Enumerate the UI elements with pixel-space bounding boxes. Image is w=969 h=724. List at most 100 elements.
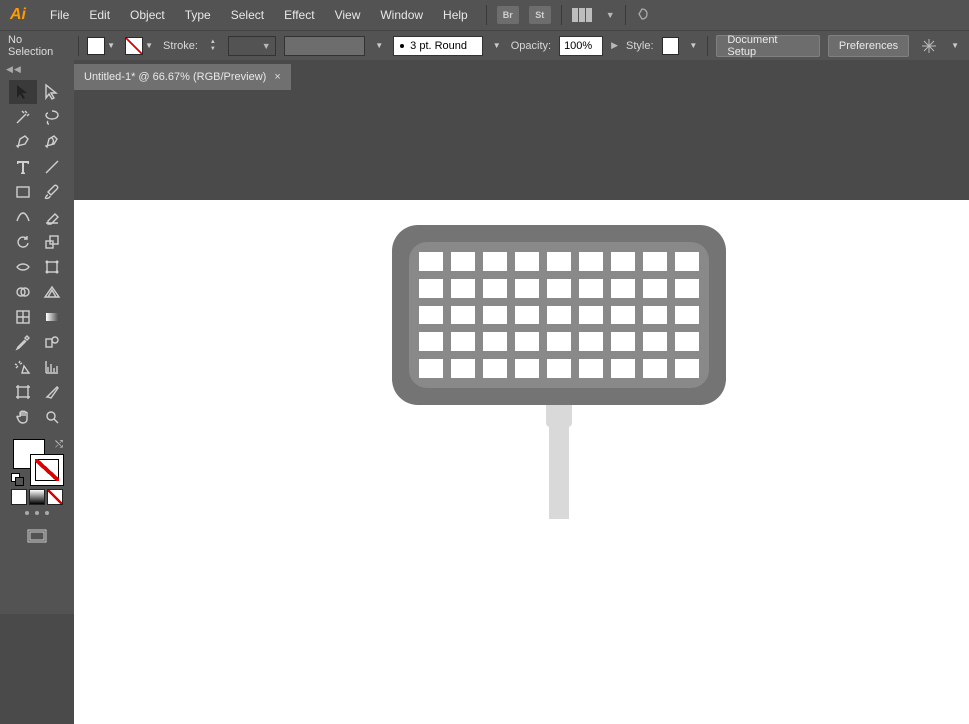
menu-object[interactable]: Object — [120, 0, 175, 30]
arrange-documents-button[interactable] — [572, 8, 596, 22]
menu-select[interactable]: Select — [221, 0, 274, 30]
stock-button[interactable]: St — [529, 6, 551, 24]
separator — [486, 5, 487, 25]
color-mode-gradient[interactable] — [29, 489, 45, 505]
panel-collapse-icon[interactable]: ◀◀ — [0, 64, 74, 76]
brush-name: 3 pt. Round — [410, 40, 467, 52]
chevron-down-icon[interactable]: ▼ — [105, 37, 117, 55]
artboard-tool[interactable] — [9, 380, 37, 404]
workspace: ◀◀ — [0, 60, 969, 614]
document-setup-button[interactable]: Document Setup — [716, 35, 820, 57]
column-graph-tool[interactable] — [38, 355, 66, 379]
rotate-tool[interactable] — [9, 230, 37, 254]
width-tool[interactable] — [9, 255, 37, 279]
tools-panel: ◀◀ — [0, 60, 74, 614]
chevron-down-icon[interactable]: ▼ — [491, 37, 503, 55]
swap-fill-stroke-icon[interactable]: ⤭ — [55, 439, 63, 450]
menu-window[interactable]: Window — [370, 0, 433, 30]
separator — [78, 36, 79, 56]
type-tool[interactable] — [9, 155, 37, 179]
fill-swatch[interactable] — [87, 37, 105, 55]
menu-effect[interactable]: Effect — [274, 0, 324, 30]
stroke-weight-select[interactable]: ▼ — [228, 36, 276, 56]
brush-definition[interactable]: 3 pt. Round — [393, 36, 483, 56]
tool-grid — [5, 76, 70, 433]
bridge-button[interactable]: Br — [497, 6, 519, 24]
gpu-preview-icon[interactable] — [636, 6, 652, 25]
chevron-down-icon[interactable]: ▼ — [143, 37, 155, 55]
mesh-tool[interactable] — [9, 305, 37, 329]
rectangle-tool[interactable] — [9, 180, 37, 204]
separator — [561, 5, 562, 25]
swatter-frame — [392, 225, 726, 405]
stroke-weight-stepper[interactable]: ▲▼ — [206, 36, 220, 56]
document-tab[interactable]: Untitled-1* @ 66.67% (RGB/Preview) × — [74, 64, 291, 90]
stroke-label: Stroke: — [163, 40, 198, 52]
eraser-tool[interactable] — [38, 205, 66, 229]
artwork-fly-swatter[interactable] — [392, 225, 726, 519]
pen-tool[interactable] — [9, 130, 37, 154]
fill-stroke-control[interactable]: ⤭ — [11, 439, 63, 485]
stroke-swatch[interactable] — [125, 37, 143, 55]
separator — [625, 5, 626, 25]
stroke-control[interactable]: ▼ — [125, 37, 155, 55]
gradient-tool[interactable] — [38, 305, 66, 329]
menu-edit[interactable]: Edit — [79, 0, 120, 30]
swatter-mesh — [409, 242, 709, 388]
perspective-grid-tool[interactable] — [38, 280, 66, 304]
swatter-neck — [546, 405, 572, 427]
close-icon[interactable]: × — [274, 71, 280, 83]
shaper-tool[interactable] — [9, 205, 37, 229]
tab-strip: Untitled-1* @ 66.67% (RGB/Preview) × — [74, 60, 969, 90]
menu-file[interactable]: File — [40, 0, 79, 30]
menu-bar: Ai File Edit Object Type Select Effect V… — [0, 0, 969, 30]
zoom-tool[interactable] — [38, 405, 66, 429]
selection-status: No Selection — [8, 34, 70, 58]
fill-control[interactable]: ▼ — [87, 37, 117, 55]
free-transform-tool[interactable] — [38, 255, 66, 279]
selection-tool[interactable] — [9, 80, 37, 104]
paintbrush-tool[interactable] — [38, 180, 66, 204]
opacity-input[interactable] — [559, 36, 603, 56]
variable-width-profile[interactable] — [284, 36, 366, 56]
control-bar: No Selection ▼ ▼ Stroke: ▲▼ ▼ ▼ 3 pt. Ro… — [0, 30, 969, 60]
magic-wand-tool[interactable] — [9, 105, 37, 129]
slice-tool[interactable] — [38, 380, 66, 404]
default-fill-stroke-icon[interactable] — [11, 473, 23, 485]
screen-mode-button[interactable] — [23, 525, 51, 549]
direct-selection-tool[interactable] — [38, 80, 66, 104]
preferences-button[interactable]: Preferences — [828, 35, 909, 57]
draw-mode-row[interactable] — [25, 511, 49, 515]
lasso-tool[interactable] — [38, 105, 66, 129]
color-mode-solid[interactable] — [11, 489, 27, 505]
color-mode-none[interactable] — [47, 489, 63, 505]
color-mode-row — [11, 489, 63, 505]
menu-help[interactable]: Help — [433, 0, 478, 30]
blend-tool[interactable] — [38, 330, 66, 354]
shape-builder-tool[interactable] — [9, 280, 37, 304]
chevron-down-icon: ▼ — [606, 10, 615, 20]
line-tool[interactable] — [38, 155, 66, 179]
eyedropper-tool[interactable] — [9, 330, 37, 354]
scale-tool[interactable] — [38, 230, 66, 254]
chevron-right-icon[interactable]: ▶ — [611, 40, 618, 51]
canvas[interactable] — [74, 90, 969, 614]
chevron-down-icon[interactable]: ▼ — [373, 37, 385, 55]
menu-view[interactable]: View — [325, 0, 371, 30]
chevron-down-icon[interactable]: ▼ — [687, 37, 699, 55]
align-to-button[interactable] — [917, 35, 941, 57]
document-area: Untitled-1* @ 66.67% (RGB/Preview) × — [74, 60, 969, 614]
tab-title: Untitled-1* @ 66.67% (RGB/Preview) — [84, 71, 266, 83]
style-label: Style: — [626, 40, 654, 52]
symbol-sprayer-tool[interactable] — [9, 355, 37, 379]
stroke-swatch-large[interactable] — [31, 455, 63, 485]
chevron-down-icon[interactable]: ▼ — [949, 37, 961, 55]
app-logo: Ai — [6, 5, 30, 25]
separator — [707, 36, 708, 56]
opacity-label: Opacity: — [511, 40, 551, 52]
menu-type[interactable]: Type — [175, 0, 221, 30]
graphic-style-swatch[interactable] — [662, 37, 680, 55]
curvature-tool[interactable] — [38, 130, 66, 154]
hand-tool[interactable] — [9, 405, 37, 429]
artboard[interactable] — [74, 200, 969, 724]
